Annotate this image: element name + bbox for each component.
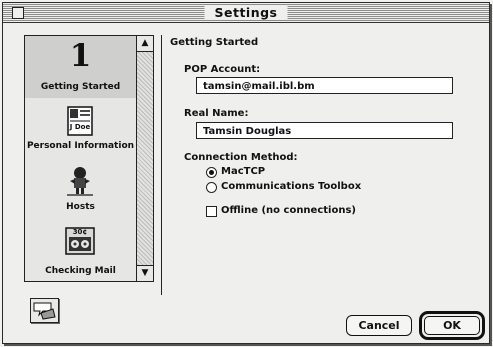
window-title: Settings: [204, 5, 288, 20]
real-name-label: Real Name:: [184, 108, 249, 119]
offline-checkbox[interactable]: Offline (no connections): [206, 205, 376, 218]
ok-button[interactable]: OK: [424, 316, 480, 335]
close-box[interactable]: [12, 7, 24, 19]
connection-method-label: Connection Method:: [184, 152, 298, 163]
sidebar-item-checking-mail[interactable]: 30¢ Checking Mail: [25, 220, 136, 281]
panel-divider: [161, 35, 162, 295]
checking-mail-icon: 30¢: [65, 226, 95, 256]
radio-button-selected[interactable]: [206, 167, 217, 178]
pop-account-label: POP Account:: [184, 64, 261, 75]
radio-label: Communications Toolbox: [221, 181, 362, 192]
sidebar-item-getting-started[interactable]: 1 Getting Started: [25, 36, 136, 98]
scroll-up-arrow-icon[interactable]: ▲: [137, 36, 153, 52]
cancel-button[interactable]: Cancel: [346, 315, 412, 336]
radio-communications-toolbox[interactable]: Communications Toolbox: [206, 181, 376, 194]
radio-label: MacTCP: [221, 166, 266, 177]
real-name-field[interactable]: Tamsin Douglas: [196, 122, 453, 139]
radio-mactcp[interactable]: MacTCP: [206, 166, 346, 179]
checkbox-label: Offline (no connections): [221, 205, 356, 216]
sidebar-item-label: Personal Information: [26, 141, 135, 151]
balloon-help-icon[interactable]: [30, 298, 59, 323]
ok-button-default-ring[interactable]: OK: [419, 311, 485, 340]
number-one-icon: 1: [69, 38, 92, 74]
title-bar[interactable]: Settings: [3, 3, 489, 23]
sidebar-item-label: Checking Mail: [45, 266, 116, 276]
radio-button[interactable]: [206, 182, 217, 193]
sidebar-item-hosts[interactable]: Hosts: [25, 160, 136, 218]
scroll-down-arrow-icon[interactable]: ▼: [137, 265, 153, 281]
card-name-text: J Doe: [69, 123, 91, 131]
pop-account-field[interactable]: tamsin@mail.ibl.bm: [196, 77, 453, 94]
settings-category-list: 1 Getting Started J Doe Personal Informa…: [24, 35, 154, 282]
sidebar-item-label: Getting Started: [40, 82, 121, 92]
sidebar-item-label: Hosts: [66, 202, 95, 212]
sidebar-item-personal-information[interactable]: J Doe Personal Information: [25, 100, 136, 158]
personal-card-icon: J Doe: [65, 106, 95, 136]
category-items: 1 Getting Started J Doe Personal Informa…: [25, 36, 136, 281]
section-title: Getting Started: [170, 37, 259, 48]
sidebar-scrollbar[interactable]: ▲ ▼: [136, 36, 153, 281]
hosts-icon: [65, 165, 95, 197]
tape-label-text: 30¢: [72, 228, 88, 236]
checkbox-box[interactable]: [206, 206, 217, 217]
